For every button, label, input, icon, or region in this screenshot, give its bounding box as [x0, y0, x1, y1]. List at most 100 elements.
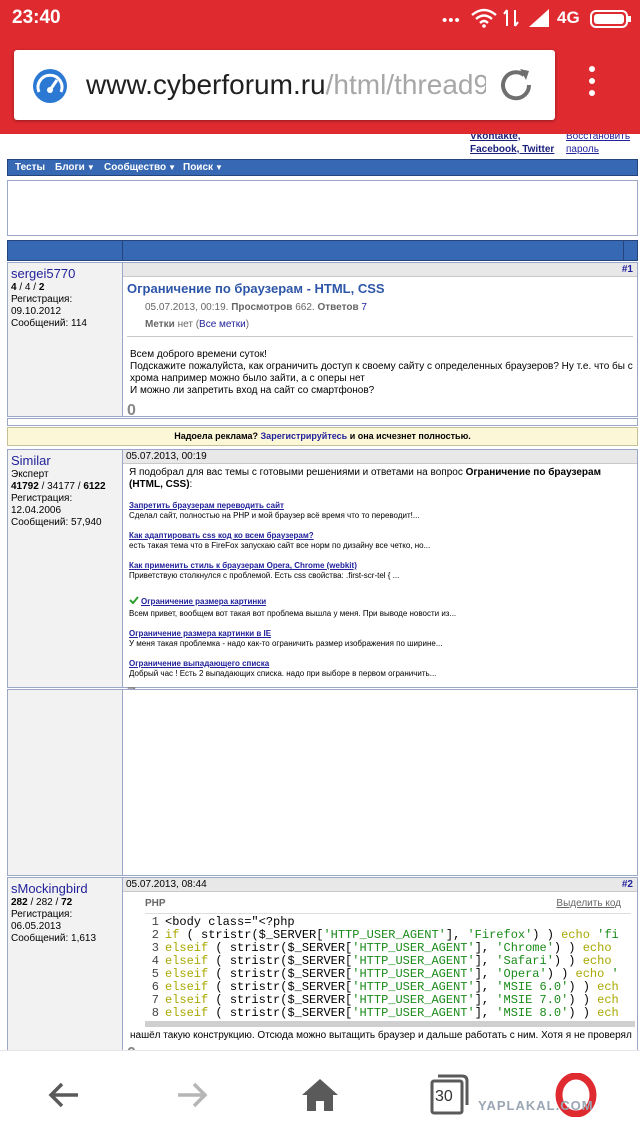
code-token: 'HTTP_USER_AGENT' — [352, 941, 475, 955]
code-token: echo — [582, 954, 612, 968]
code-token: ( — [208, 993, 230, 1007]
answers-link[interactable]: 7 — [361, 302, 367, 313]
code-token: ], — [474, 967, 497, 981]
code-token: elseif — [165, 1006, 209, 1020]
code-token: if — [165, 928, 180, 942]
similar-item-link[interactable]: Ограничение размера картинки — [141, 597, 266, 606]
select-code-link[interactable]: Выделить код — [556, 898, 621, 909]
code-token: ($_SERVER[ — [280, 967, 353, 981]
ad-notice: Надоела реклама? Зарегистрируйтесь и она… — [7, 427, 638, 446]
post-author-card: sergei5770 4 / 4 / 2 Регистрация: 09.10.… — [8, 263, 123, 416]
post2-author-name[interactable]: sMockingbird — [11, 881, 119, 897]
home-icon[interactable] — [298, 1073, 342, 1117]
code-token: elseif — [165, 967, 209, 981]
forward-arrow-icon[interactable] — [170, 1073, 214, 1117]
similar-item-desc: Сделал сайт, полностью на PHP и мой брау… — [129, 511, 420, 520]
code-token: ech — [597, 1006, 619, 1020]
code-token: 'HTTP_USER_AGENT' — [352, 980, 475, 994]
reload-icon[interactable] — [496, 65, 536, 105]
code-token: ], — [445, 928, 468, 942]
url-host: www.cyberforum.ru — [86, 69, 326, 100]
restore-password-link[interactable]: Восстановить пароль — [566, 134, 636, 156]
nav-community[interactable]: Сообщество ▼ — [104, 162, 176, 173]
nav-blogs[interactable]: Блоги ▼ — [55, 162, 95, 173]
code-token: ($_SERVER[ — [251, 928, 324, 942]
thread-meta: 05.07.2013, 00:19. Просмотров 662. Ответ… — [145, 302, 367, 313]
code-token: ], — [474, 941, 497, 955]
tabs-button[interactable]: 30 — [426, 1073, 470, 1117]
code-token: ) ) — [532, 928, 562, 942]
code-token: echo — [575, 967, 605, 981]
code-token: elseif — [165, 941, 209, 955]
code-token: elseif — [165, 980, 209, 994]
web-page: Vkontakte, Facebook, Twitter Восстановит… — [0, 134, 640, 1050]
clock: 23:40 — [12, 7, 61, 28]
back-arrow-icon[interactable] — [42, 1073, 86, 1117]
similar-intro: Я подобрал для вас темы с готовыми решен… — [129, 467, 601, 490]
code-token: ech — [597, 993, 619, 1007]
code-token: 'Chrome' — [496, 941, 554, 955]
register-link[interactable]: Зарегистрируйтесь — [261, 431, 348, 441]
tabs-count: 30 — [435, 1088, 453, 1105]
facebook-link[interactable]: Facebook, Twitter — [470, 143, 554, 156]
code-token: ( — [208, 941, 230, 955]
code-token: ) ) — [553, 954, 583, 968]
similar-item-link[interactable]: Как адаптировать css код ко всем браузер… — [129, 531, 633, 541]
similar-item: Как адаптировать css код ко всем браузер… — [129, 531, 633, 551]
nav-tests[interactable]: Тесты — [15, 162, 45, 173]
code-line: 8 elseif ( stristr($_SERVER['HTTP_USER_AG… — [145, 1007, 637, 1020]
forum-navbar: Тесты Блоги ▼ Сообщество ▼ Поиск ▼ — [7, 159, 638, 176]
code-token: ], — [474, 980, 497, 994]
vkontakte-link[interactable]: Vkontakte, — [470, 134, 554, 143]
banner-placeholder — [7, 180, 638, 236]
speed-dial-icon[interactable] — [32, 68, 68, 104]
post-header: #1 — [123, 263, 637, 277]
code-token: ech — [597, 980, 619, 994]
code-token: 'MSIE 6.0' — [496, 980, 569, 994]
similar-item-link[interactable]: Как применить стиль к браузерам Opera, C… — [129, 561, 633, 571]
similar-item-link[interactable]: Запретить браузерам переводить сайт — [129, 501, 633, 511]
wifi-icon — [471, 8, 497, 28]
similar-item: Ограничение размера картинки Всем привет,… — [129, 591, 633, 619]
similar-item-desc: Всем привет, вообщем вот такая вот пробл… — [129, 609, 457, 618]
nav-search[interactable]: Поиск ▼ — [183, 162, 223, 173]
post-1: sergei5770 4 / 4 / 2 Регистрация: 09.10.… — [7, 262, 638, 419]
similar-item-desc: Приветствую столкнулся с проблемой. Есть… — [129, 571, 400, 580]
code-token: echo — [561, 928, 590, 942]
check-icon — [129, 596, 139, 604]
similar-author-name[interactable]: Similar — [11, 453, 119, 469]
address-bar[interactable]: www.cyberforum.ru/html/thread9 — [14, 50, 555, 120]
post2-content: 05.07.2013, 08:44 #2 PHP Выделить код 1 <bo… — [123, 878, 637, 1050]
code-token: ], — [474, 993, 497, 1007]
post2-number-link[interactable]: #2 — [622, 878, 633, 891]
code-token: ) ) — [553, 941, 583, 955]
browser-menu-icon[interactable] — [586, 66, 598, 104]
social-login-links: Vkontakte, Facebook, Twitter — [470, 134, 554, 156]
similar-item-link[interactable]: Ограничение выпадающего списка — [129, 659, 633, 669]
code-token: stristr — [229, 954, 281, 968]
php-code-block[interactable]: 1 <body class="<?php 2 if ( stristr($_SERVE… — [145, 916, 637, 1020]
code-token: ($_SERVER[ — [280, 993, 353, 1007]
code-token: stristr — [229, 993, 281, 1007]
code-token: 'HTTP_USER_AGENT' — [352, 954, 475, 968]
similar-item-link[interactable]: Ограничение размера картинки в IE — [129, 629, 633, 639]
url-text[interactable]: www.cyberforum.ru/html/thread9 — [86, 67, 486, 105]
code-token: ($_SERVER[ — [280, 954, 353, 968]
line-number: 8 — [151, 1006, 159, 1020]
code-token: stristr — [229, 1006, 281, 1020]
code-scrollbar[interactable] — [145, 1021, 635, 1027]
post-number-link[interactable]: #1 — [622, 263, 633, 276]
author-name[interactable]: sergei5770 — [11, 266, 119, 282]
code-token: ) ) — [568, 993, 598, 1007]
code-token: stristr — [229, 967, 281, 981]
similar-author-card: Similar Эксперт 41792 / 34177 / 6122 Рег… — [8, 450, 123, 687]
code-token: elseif — [165, 954, 209, 968]
code-token: ($_SERVER[ — [280, 1006, 353, 1020]
status-bar: 23:40 ••• 4G — [0, 0, 640, 36]
code-token: ( — [208, 967, 230, 981]
similar-item-desc: есть такая тема что в FireFox запускаю с… — [129, 541, 431, 550]
code-token: ( — [208, 1006, 230, 1020]
code-token: ], — [474, 954, 497, 968]
all-tags-link[interactable]: Все метки — [199, 319, 246, 330]
post2-body: нашёл такую конструкцию. Отсюда можно вы… — [130, 1030, 632, 1041]
